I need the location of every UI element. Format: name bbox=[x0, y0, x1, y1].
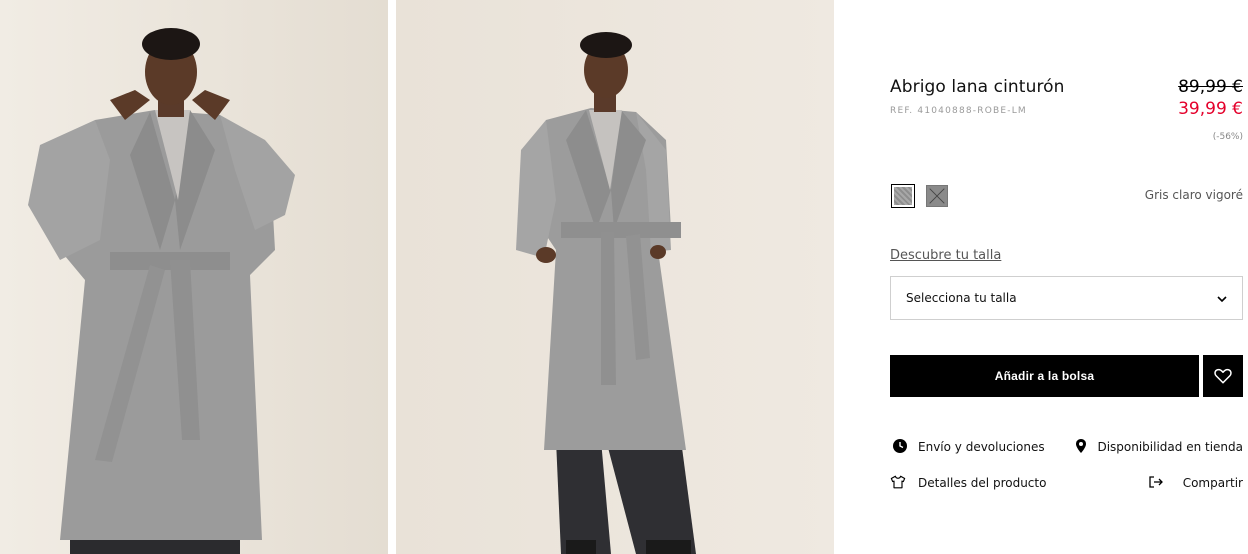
share-label: Compartir bbox=[1182, 476, 1243, 490]
grey-vigore-swatch bbox=[894, 187, 912, 205]
product-reference: REF. 41040888-ROBE-LM bbox=[890, 106, 1027, 116]
original-price: 89,99 € bbox=[1178, 77, 1243, 97]
favorite-button[interactable] bbox=[1203, 355, 1243, 397]
tshirt-icon bbox=[890, 475, 906, 489]
product-image-front[interactable] bbox=[0, 0, 388, 554]
color-swatch-unavailable[interactable] bbox=[926, 185, 948, 207]
share-link[interactable]: Compartir bbox=[1148, 474, 1243, 492]
color-swatch-selected[interactable] bbox=[891, 184, 915, 208]
sale-price: 39,99 € bbox=[1178, 99, 1243, 119]
product-image-full[interactable] bbox=[396, 0, 834, 554]
share-icon bbox=[1149, 476, 1163, 488]
store-availability-label: Disponibilidad en tienda bbox=[1097, 440, 1243, 454]
add-to-bag-button[interactable]: Añadir a la bolsa bbox=[890, 355, 1199, 397]
model-photo-full bbox=[396, 0, 834, 554]
discount-badge: (-56%) bbox=[1212, 132, 1243, 142]
location-pin-icon bbox=[1076, 439, 1086, 453]
heart-icon bbox=[1214, 368, 1232, 384]
size-select-placeholder: Selecciona tu talla bbox=[906, 291, 1017, 305]
product-title: Abrigo lana cinturón bbox=[890, 77, 1065, 97]
clock-icon bbox=[893, 439, 907, 453]
add-to-bag-label: Añadir a la bolsa bbox=[994, 369, 1095, 383]
size-select[interactable]: Selecciona tu talla bbox=[890, 276, 1243, 320]
size-guide-link[interactable]: Descubre tu talla bbox=[890, 248, 1001, 263]
chevron-down-icon bbox=[1217, 296, 1227, 303]
product-info-panel: Abrigo lana cinturón REF. 41040888-ROBE-… bbox=[890, 0, 1243, 554]
product-details-label: Detalles del producto bbox=[918, 476, 1047, 490]
store-availability-link[interactable]: Disponibilidad en tienda bbox=[1073, 438, 1243, 456]
shipping-returns-label: Envío y devoluciones bbox=[918, 440, 1045, 454]
selected-color-name: Gris claro vigoré bbox=[1144, 188, 1243, 202]
unavailable-cross-icon bbox=[929, 188, 945, 204]
model-photo-front bbox=[0, 0, 388, 554]
